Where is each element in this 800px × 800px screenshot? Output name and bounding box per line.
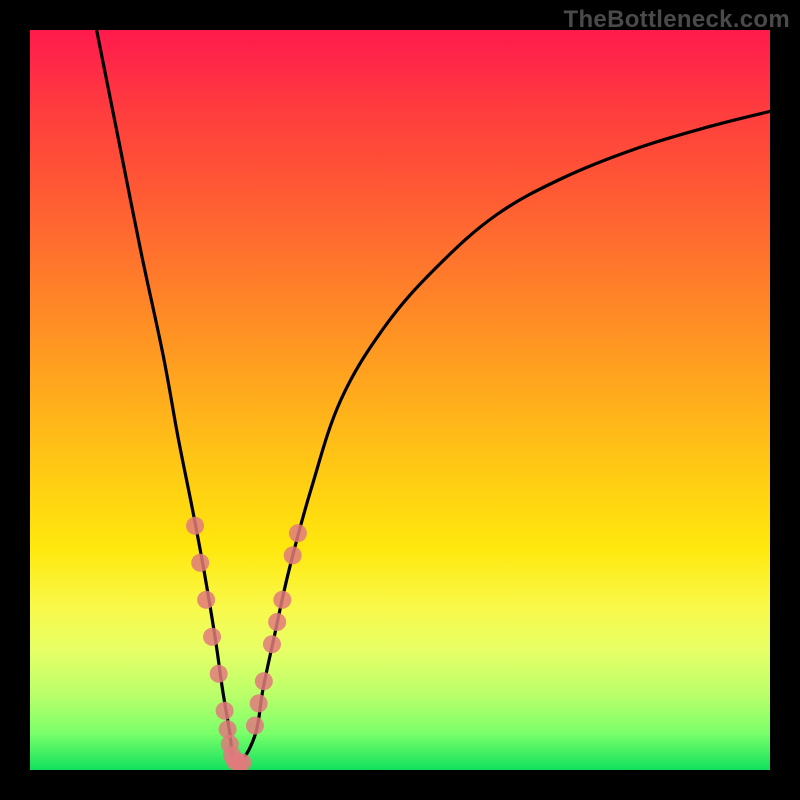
highlight-dot bbox=[255, 672, 273, 690]
highlight-dot bbox=[273, 591, 291, 609]
plot-area bbox=[30, 30, 770, 770]
highlight-dot bbox=[246, 717, 264, 735]
highlight-dots-left bbox=[186, 517, 251, 770]
highlight-dot bbox=[186, 517, 204, 535]
highlight-dot bbox=[250, 694, 268, 712]
highlight-dot bbox=[216, 702, 234, 720]
chart-frame: TheBottleneck.com bbox=[0, 0, 800, 800]
highlight-dot bbox=[191, 554, 209, 572]
bottleneck-curve bbox=[97, 30, 770, 767]
highlight-dot bbox=[197, 591, 215, 609]
highlight-dot bbox=[284, 546, 302, 564]
highlight-dot bbox=[210, 665, 228, 683]
highlight-dot bbox=[289, 524, 307, 542]
chart-svg bbox=[30, 30, 770, 770]
highlight-dot bbox=[263, 635, 281, 653]
highlight-dot bbox=[268, 613, 286, 631]
highlight-dot bbox=[203, 628, 221, 646]
highlight-dots-right bbox=[246, 524, 307, 734]
curve-path bbox=[97, 30, 770, 767]
